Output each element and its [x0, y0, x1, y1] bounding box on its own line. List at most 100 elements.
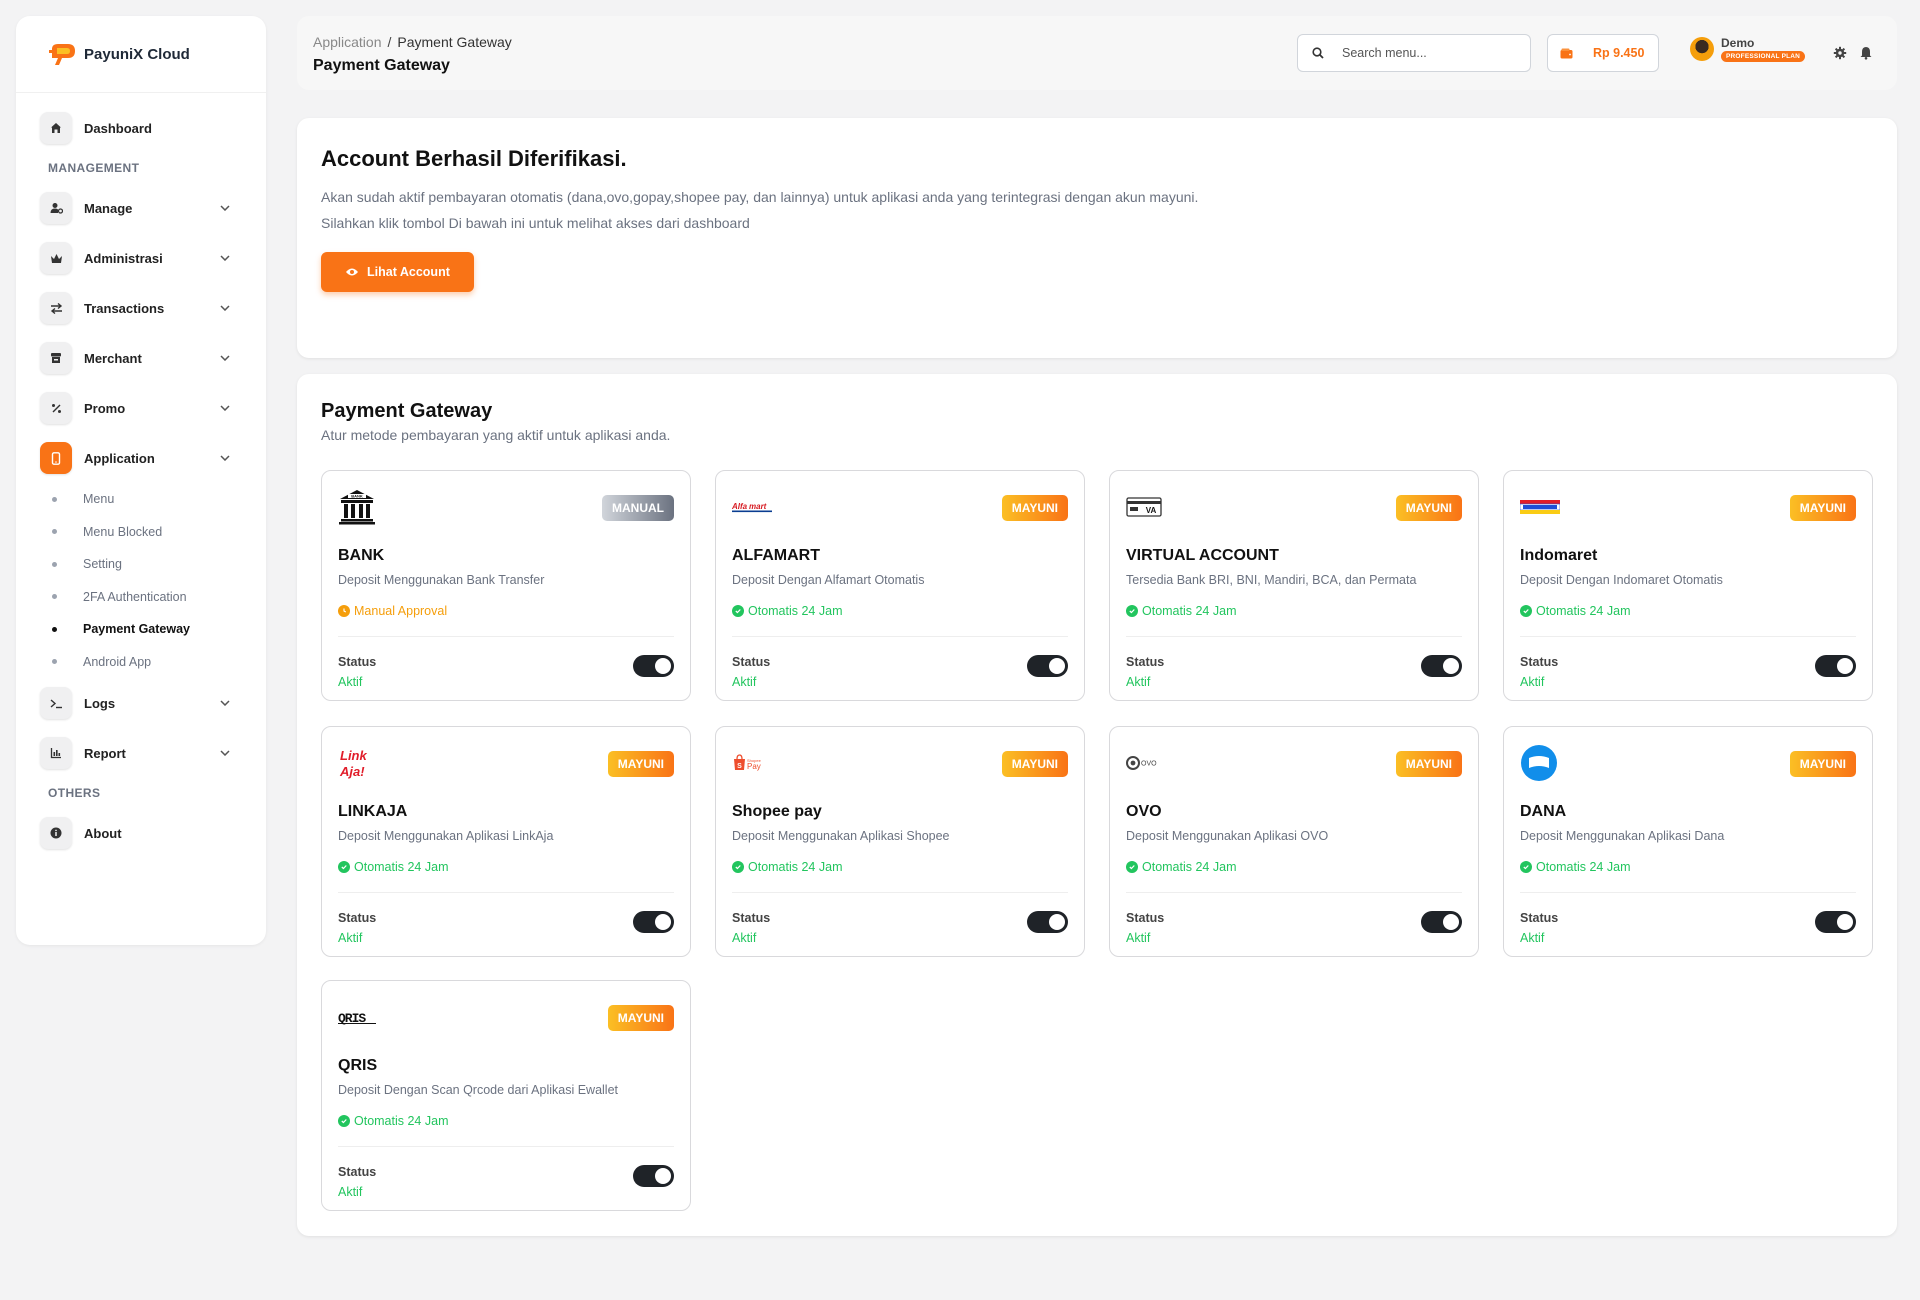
method-mode: Otomatis 24 Jam	[338, 860, 448, 874]
bell-icon[interactable]	[1859, 46, 1873, 60]
method-mode: Otomatis 24 Jam	[1126, 860, 1236, 874]
svg-text:Pay: Pay	[747, 762, 761, 771]
method-description: Deposit Menggunakan Aplikasi OVO	[1126, 829, 1329, 843]
method-description: Deposit Dengan Indomaret Otomatis	[1520, 573, 1723, 587]
svg-text:OVO: OVO	[1141, 761, 1157, 768]
user-info: Demo PROFESSIONAL PLAN	[1721, 36, 1806, 62]
divider	[338, 892, 674, 893]
submenu-label: Menu Blocked	[83, 524, 163, 539]
topbar: Application / Payment Gateway Payment Gate…	[297, 16, 1897, 90]
mode-label: Otomatis 24 Jam	[1142, 860, 1237, 874]
bank-icon: BANK	[338, 489, 382, 525]
provider-badge: MAYUNI	[1395, 495, 1462, 521]
payment-method-shopeepay: S Shopee Pay MAYUNI Shopee pay Deposit Men…	[715, 726, 1085, 957]
sidebar-item-about[interactable]: About	[16, 808, 266, 858]
sidebar-nav: Dashboard MANAGEMENT Manage Administrasi…	[16, 93, 266, 858]
submenu-item-setting[interactable]: Setting	[52, 548, 266, 581]
status-label: Status	[1520, 911, 1559, 925]
sidebar-item-merchant[interactable]: Merchant	[16, 333, 266, 383]
user-menu[interactable]: Demo PROFESSIONAL PLAN	[1690, 36, 1806, 62]
status-value: Aktif	[1126, 675, 1151, 689]
payment-method-dana: MAYUNI DANA Deposit Menggunakan Aplikasi…	[1503, 726, 1873, 957]
check-circle-icon	[1520, 861, 1532, 873]
svg-text:VA: VA	[1146, 506, 1157, 515]
sidebar-item-dashboard[interactable]: Dashboard	[16, 103, 266, 153]
provider-badge: MAYUNI	[1395, 751, 1462, 777]
submenu-item-menu[interactable]: Menu	[52, 483, 266, 516]
sidebar-item-logs[interactable]: Logs	[16, 678, 266, 728]
search-input[interactable]	[1342, 46, 1502, 60]
application-submenu: Menu Menu Blocked Setting 2FA Authentica…	[16, 483, 266, 678]
method-mode: Otomatis 24 Jam	[1520, 604, 1630, 618]
status-toggle[interactable]	[1815, 911, 1856, 933]
breadcrumb-parent[interactable]: Application	[313, 34, 382, 50]
sidebar-item-report[interactable]: Report	[16, 728, 266, 778]
terminal-icon	[40, 687, 72, 719]
method-description: Deposit Menggunakan Aplikasi Dana	[1520, 829, 1725, 843]
section-title-others: OTHERS	[48, 786, 101, 800]
method-description: Deposit Menggunakan Aplikasi Shopee	[732, 829, 950, 843]
payment-method-alfamart: Alfa mart MAYUNI ALFAMART Deposit Dengan …	[715, 470, 1085, 701]
balance-amount: Rp 9.450	[1593, 46, 1645, 60]
chevron-down-icon	[218, 746, 232, 760]
gear-icon[interactable]	[1833, 46, 1847, 60]
sidebar-item-promo[interactable]: Promo	[16, 383, 266, 433]
method-mode: Otomatis 24 Jam	[1126, 604, 1236, 618]
mode-label: Otomatis 24 Jam	[748, 860, 843, 874]
check-circle-icon	[732, 861, 744, 873]
status-label: Status	[338, 1165, 377, 1179]
status-toggle[interactable]	[1815, 655, 1856, 677]
sidebar-item-label: Application	[84, 450, 155, 466]
alfamart-logo: Alfa mart	[732, 489, 776, 525]
plan-badge: PROFESSIONAL PLAN	[1721, 51, 1806, 62]
percent-icon	[40, 392, 72, 424]
provider-badge: MAYUNI	[1001, 751, 1068, 777]
sidebar-item-administrasi[interactable]: Administrasi	[16, 233, 266, 283]
sidebar-item-manage[interactable]: Manage	[16, 183, 266, 233]
status-value: Aktif	[338, 675, 363, 689]
brand-logo-icon	[49, 44, 75, 65]
section-title: Payment Gateway	[321, 400, 493, 422]
status-label: Status	[1126, 911, 1165, 925]
status-value: Aktif	[1126, 931, 1151, 945]
chevron-down-icon	[218, 401, 232, 415]
payment-method-indomaret: MAYUNI Indomaret Deposit Dengan Indomare…	[1503, 470, 1873, 701]
status-toggle[interactable]	[633, 911, 674, 933]
verification-title: Account Berhasil Diferifikasi.	[321, 146, 627, 171]
submenu-item-menu-blocked[interactable]: Menu Blocked	[52, 516, 266, 549]
submenu-item-android-app[interactable]: Android App	[52, 646, 266, 679]
divider	[1520, 892, 1856, 893]
status-value: Aktif	[732, 675, 757, 689]
check-circle-icon	[1126, 861, 1138, 873]
method-mode: Otomatis 24 Jam	[338, 1114, 448, 1128]
submenu-label: Android App	[83, 654, 152, 669]
status-label: Status	[338, 655, 377, 669]
sidebar-item-label: Manage	[84, 200, 133, 216]
view-account-button[interactable]: Lihat Account	[321, 252, 474, 292]
search-box[interactable]	[1297, 34, 1531, 72]
status-label: Status	[732, 655, 771, 669]
qris-logo: QRIS	[338, 999, 382, 1035]
status-toggle[interactable]	[633, 1165, 674, 1187]
status-value: Aktif	[1520, 931, 1545, 945]
status-toggle[interactable]	[633, 655, 674, 677]
balance-button[interactable]: Rp 9.450	[1547, 34, 1659, 72]
brand[interactable]: PayuniX Cloud	[16, 16, 266, 93]
submenu-item-payment-gateway[interactable]: Payment Gateway	[52, 613, 266, 646]
submenu-item-2fa[interactable]: 2FA Authentication	[52, 581, 266, 614]
divider	[338, 636, 674, 637]
svg-text:QRIS: QRIS	[338, 1011, 366, 1025]
status-toggle[interactable]	[1421, 655, 1462, 677]
status-toggle[interactable]	[1027, 911, 1068, 933]
sidebar-item-transactions[interactable]: Transactions	[16, 283, 266, 333]
status-toggle[interactable]	[1421, 911, 1462, 933]
chevron-down-icon	[218, 201, 232, 215]
divider	[1126, 892, 1462, 893]
status-toggle[interactable]	[1027, 655, 1068, 677]
mode-label: Manual Approval	[354, 604, 448, 618]
verification-instruction: Silahkan klik tombol Di bawah ini untuk …	[321, 215, 750, 231]
check-circle-icon	[338, 1115, 350, 1127]
payment-method-ovo: OVO MAYUNI OVO Deposit Menggunakan Aplik…	[1109, 726, 1479, 957]
status-label: Status	[732, 911, 771, 925]
sidebar-item-application[interactable]: Application	[16, 433, 266, 483]
